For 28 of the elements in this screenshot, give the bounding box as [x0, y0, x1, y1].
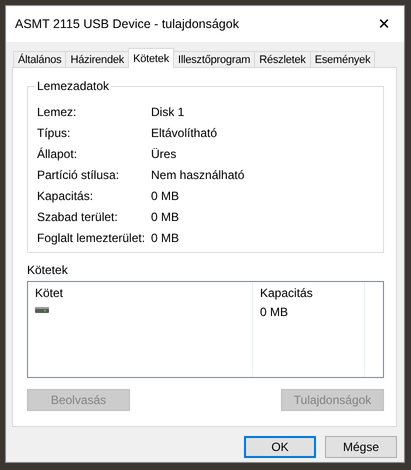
section-label: Kötetek [27, 263, 69, 277]
field-value: Nem használható [151, 168, 246, 182]
dialog-button[interactable]: Mégse [325, 436, 397, 458]
field-label: Lemez: [37, 104, 78, 118]
tab[interactable]: Kötetek [128, 48, 174, 68]
drive-icon [35, 307, 49, 313]
table-cell-text: 0 MB [260, 305, 290, 319]
field-label: Szabad terület: [37, 210, 119, 224]
tab[interactable]: Általános [13, 51, 66, 68]
tab[interactable]: Illesztőprogram [173, 51, 256, 68]
field-label: Foglalt lemezterület: [37, 230, 146, 244]
tab[interactable]: Események [310, 51, 376, 68]
field-value: Disk 1 [151, 104, 186, 118]
dialog-button[interactable]: OK [244, 436, 316, 458]
close-button[interactable]: ✕ [364, 8, 404, 40]
column-header[interactable]: Kapacitás [260, 286, 364, 301]
field-label: Állapot: [37, 146, 78, 160]
field-label: Kapacitás: [37, 188, 94, 202]
field-label: Típus: [37, 126, 72, 140]
field-value: Üres [151, 146, 178, 160]
column-header[interactable]: Kötet [35, 286, 252, 301]
field-value: 0 MB [151, 230, 180, 244]
field-value: 0 MB [151, 210, 180, 224]
field-value: 0 MB [151, 188, 180, 202]
group-title: Lemezadatok [35, 79, 112, 93]
field-label: Partíció stílusa: [37, 168, 120, 182]
window-title: ASMT 2115 USB Device - tulajdonságok [15, 17, 239, 31]
field-value: Eltávolítható [151, 126, 218, 140]
